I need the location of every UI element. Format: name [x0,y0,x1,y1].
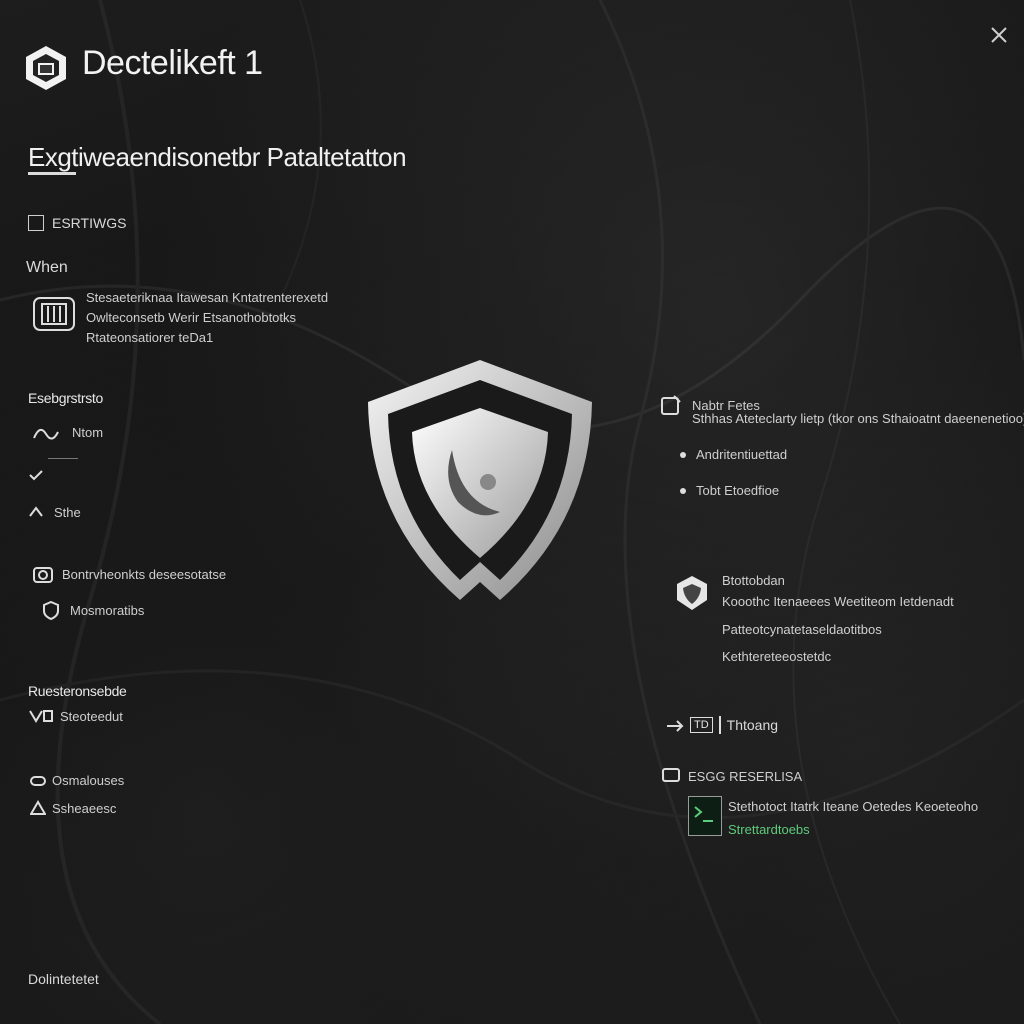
notes-icon [660,394,682,416]
arrow-right-icon [666,719,684,732]
option-checkbox-row[interactable]: ESRTIWGS [28,215,126,231]
checkbox-icon[interactable] [28,215,44,231]
block2-line-2: Patteotcynatetaseldaotitbos [722,622,882,637]
block1-bullet-2-label: Tobt Etoedfioe [696,483,780,498]
block4-line-1: Stethotoct Itatrk Iteane Oetedes Keoeteo… [728,799,979,814]
section4-item-1-label: Ssheaeesc [52,800,117,816]
terminal-icon [688,796,722,836]
section2-item-1[interactable]: Bontrvheonkts deseesotatse [32,564,226,584]
section2-item-1-label: Bontrvheonkts deseesotatse [62,566,227,582]
app-logo-icon [22,44,70,92]
page-subtitle: Exgtiweaendisonetbr Pataltetatton [28,142,407,172]
block2-line-3: Kethtereteeostetdc [722,649,832,664]
section1-divider [48,458,78,459]
when-label: When [26,259,68,276]
description-line-2: Owlteconsetb Werir Etsanothobtotks [86,310,297,325]
section1-item-1-label: Ntom [72,424,104,440]
description-line-1: Stesaeteriknaa Itawesan Kntatrenterexetd [86,290,329,305]
link-icon [30,774,46,788]
shield-small-icon [42,600,60,621]
camera-icon [32,564,54,584]
bullet-icon [680,487,686,494]
close-icon[interactable] [988,24,1010,46]
block1-bullet-2[interactable]: Tobt Etoedfioe [680,483,779,498]
section3-item-1[interactable]: Steoteedut [28,707,123,725]
monitor-icon [662,768,680,784]
bullet-icon [680,451,686,458]
section1-item-3[interactable]: Sthe [28,504,81,520]
subtitle-underline [28,172,76,175]
section3-title: Ruesteronsebde [28,683,127,699]
block3-label: Thtoang [726,717,779,733]
document-icon [30,292,78,336]
option-label: ESRTIWGS [52,215,127,231]
app-title: Dectelikeft 1 [82,44,263,82]
block4-header[interactable]: ESGG RESERLISA [662,768,802,784]
arrow-icon [28,504,44,520]
block2-line-1: Kooothc Itenaeees Weetiteom Ietdenadt [722,594,954,609]
wave-icon [32,422,60,442]
block1-bullet-1-label: Andritentiuettad [696,447,788,462]
section3-item-1-label: Steoteedut [60,708,123,724]
section4-title-row[interactable]: Osmalouses [30,773,124,788]
block4-title: ESGG RESERLISA [688,768,803,784]
section1-item-1[interactable]: Ntom [32,422,103,442]
block1-line-1: Sthhas Ateteclarty lietp (tkor ons Sthai… [692,411,1024,426]
section4-item-1[interactable]: Ssheaeesc [29,800,117,816]
separator [718,716,721,734]
section1-title: Esebgrstrsto [28,390,103,406]
tool-icon [28,707,54,725]
section4-title: Osmalouses [52,773,125,788]
block3-row[interactable]: TD Thtoang [666,716,778,734]
footer-text: Dolintetetet [28,971,99,987]
block1-bullet-1[interactable]: Andritentiuettad [680,447,787,462]
section1-item-3-label: Sthe [54,504,81,520]
shield-emblem-icon [360,352,600,612]
block3-badge: TD [690,717,713,733]
description-line-3: Rtateonsatiorer teDa1 [86,330,214,345]
block4-line-2: Strettardtoebs [728,822,810,837]
checkmark-icon[interactable] [28,468,44,487]
warning-icon [29,800,47,816]
block2-title: Btottobdan [722,573,785,588]
block2-shield-icon [674,574,710,612]
section2-item-2-label: Mosmoratibs [70,602,145,618]
section2-item-2[interactable]: Mosmoratibs [42,600,145,621]
